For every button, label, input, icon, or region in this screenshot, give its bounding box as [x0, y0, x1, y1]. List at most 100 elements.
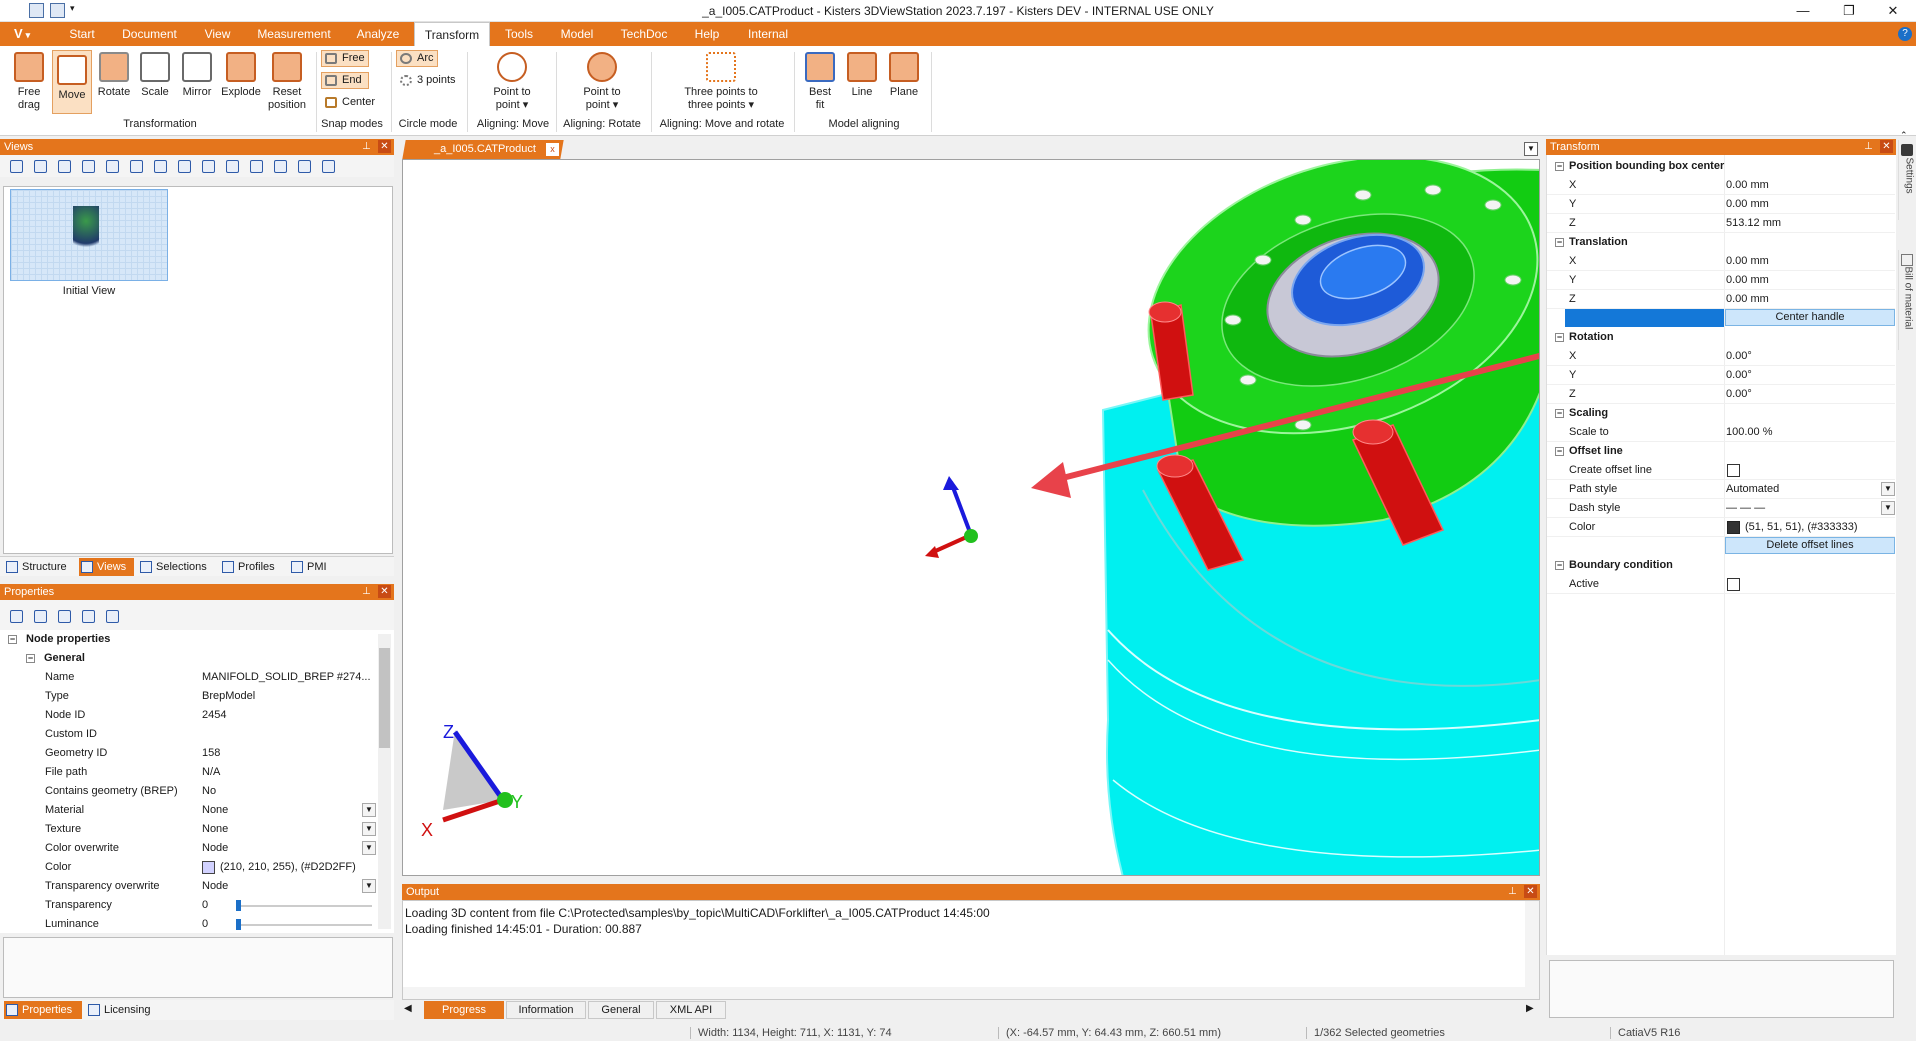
checkbox[interactable] [1727, 464, 1740, 477]
tab-tools[interactable]: Tools [496, 22, 542, 46]
filter-icon[interactable] [106, 610, 119, 623]
tab-internal[interactable]: Internal [740, 22, 796, 46]
delete-view-icon[interactable] [82, 160, 95, 173]
transform-row[interactable]: X 0.00 mm [1547, 176, 1895, 195]
chevron-down-icon[interactable]: ▼ [1881, 501, 1895, 515]
reset-position-button[interactable]: Reset position [266, 52, 308, 112]
transform-section-header[interactable]: − Offset line [1555, 442, 1895, 461]
property-row[interactable]: Node ID 2454 [0, 706, 376, 725]
view-list-icon[interactable] [322, 160, 335, 173]
property-row[interactable]: Name MANIFOLD_SOLID_BREP #274... [0, 668, 376, 687]
tab-general[interactable]: General [588, 1001, 654, 1019]
document-tab[interactable]: _a_I005.CATProduct x [402, 140, 564, 159]
snap-free-button[interactable]: Free [321, 50, 369, 67]
transform-section-header[interactable]: − Scaling [1555, 404, 1895, 423]
tab-measurement[interactable]: Measurement [252, 22, 336, 46]
next-view-icon[interactable] [154, 160, 167, 173]
delete-offset-lines-button[interactable]: Delete offset lines [1725, 537, 1895, 554]
transform-section-header[interactable]: − Boundary condition [1555, 556, 1895, 575]
collapse-icon[interactable]: − [1555, 238, 1564, 247]
chevron-down-icon[interactable]: ▼ [362, 841, 376, 855]
transform-field-value[interactable]: (51, 51, 51), (#333333) [1745, 518, 1858, 537]
transform-row[interactable]: Y 0.00° [1547, 366, 1895, 385]
tab-views[interactable]: Views [79, 558, 134, 576]
property-value[interactable]: None [202, 820, 372, 839]
three-points-to-three-points-button[interactable]: Three points to three points ▾ [676, 52, 766, 112]
collapse-icon[interactable]: − [26, 654, 35, 663]
tab-document[interactable]: Document [112, 22, 187, 46]
tab-start[interactable]: Start [60, 22, 104, 46]
three-points-mode-button[interactable]: 3 points [396, 72, 462, 89]
property-row[interactable]: Color (210, 210, 255), (#D2D2FF) [0, 858, 376, 877]
transform-row[interactable]: Active [1547, 575, 1895, 594]
plane-align-button[interactable]: Plane [886, 52, 922, 99]
scrollbar-thumb[interactable] [379, 648, 390, 748]
collapse-icon[interactable]: − [1555, 561, 1564, 570]
transform-field-value[interactable]: Automated [1726, 480, 1779, 499]
pin-icon[interactable]: ⊥ [360, 140, 373, 153]
tab-analyze[interactable]: Analyze [350, 22, 406, 46]
tab-licensing[interactable]: Licensing [86, 1001, 158, 1019]
transform-section-header[interactable]: − Position bounding box center [1555, 157, 1895, 176]
transform-row[interactable]: X 0.00° [1547, 347, 1895, 366]
output-vertical-scrollbar[interactable] [1525, 901, 1539, 999]
tab-progress[interactable]: Progress [424, 1001, 504, 1019]
loop-icon[interactable] [202, 160, 215, 173]
transform-field-value[interactable]: 0.00 mm [1726, 176, 1769, 195]
transform-field-value[interactable]: 0.00° [1726, 347, 1752, 366]
property-value[interactable]: None [202, 801, 372, 820]
color-swatch[interactable] [1727, 521, 1740, 534]
home-view-icon[interactable] [10, 160, 23, 173]
transform-field-value[interactable]: 0.00 mm [1726, 290, 1769, 309]
help-icon[interactable]: ? [1898, 27, 1912, 41]
collapse-icon[interactable]: − [1555, 333, 1564, 342]
tab-model[interactable]: Model [552, 22, 602, 46]
maximize-button[interactable]: ❐ [1826, 0, 1872, 22]
animate-icon[interactable] [178, 160, 191, 173]
close-icon[interactable]: ✕ [378, 585, 391, 598]
pin-icon[interactable]: ⊥ [1506, 885, 1519, 898]
property-row[interactable]: Material None ▼ [0, 801, 376, 820]
close-icon[interactable]: ✕ [1524, 885, 1537, 898]
color-swatch[interactable] [202, 861, 215, 874]
property-row[interactable]: File path N/A [0, 763, 376, 782]
expand-all-icon[interactable] [10, 610, 23, 623]
property-row[interactable]: Type BrepModel [0, 687, 376, 706]
app-menu-button[interactable]: V ▾ [14, 25, 44, 43]
chevron-down-icon[interactable]: ▼ [362, 879, 376, 893]
initial-view-thumbnail[interactable] [10, 189, 168, 281]
side-tab-bill-of-material[interactable]: Bill of material [1898, 250, 1916, 350]
scroll-tabs-left-icon[interactable]: ◀ [404, 1003, 412, 1014]
pin-icon[interactable]: ⊥ [360, 585, 373, 598]
free-drag-button[interactable]: Free drag [10, 52, 48, 112]
best-fit-button[interactable]: Best fit [804, 52, 836, 112]
stop-icon[interactable] [130, 160, 143, 173]
property-value[interactable]: Node [202, 877, 372, 896]
tab-pmi[interactable]: PMI [289, 558, 334, 576]
copy-view-icon[interactable] [250, 160, 263, 173]
property-row[interactable]: Contains geometry (BREP) No [0, 782, 376, 801]
transform-section-header[interactable]: − Rotation [1555, 328, 1895, 347]
mirror-button[interactable]: Mirror [178, 52, 216, 99]
point-to-point-move-button[interactable]: Point to point ▾ [484, 52, 540, 112]
move-handle[interactable] [925, 476, 978, 558]
copy-properties-icon[interactable] [58, 610, 71, 623]
3d-viewport[interactable]: Z X Y [402, 159, 1540, 876]
line-align-button[interactable]: Line [844, 52, 880, 99]
tab-transform[interactable]: Transform [414, 22, 490, 46]
export-properties-icon[interactable] [82, 610, 95, 623]
transform-field-value[interactable]: 0.00° [1726, 366, 1752, 385]
property-row[interactable]: Color overwrite Node ▼ [0, 839, 376, 858]
properties-scrollbar[interactable] [378, 634, 391, 929]
rotate-button[interactable]: Rotate [95, 52, 133, 99]
transform-row[interactable]: Z 0.00 mm [1547, 290, 1895, 309]
tab-structure[interactable]: Structure [4, 558, 74, 576]
center-handle-button[interactable]: Center handle [1725, 309, 1895, 326]
chevron-down-icon[interactable]: ▼ [1881, 482, 1895, 496]
transform-field-value[interactable]: — — — [1726, 499, 1765, 518]
property-row[interactable]: Geometry ID 158 [0, 744, 376, 763]
transform-row[interactable]: Z 0.00° [1547, 385, 1895, 404]
transform-field-value[interactable]: 100.00 % [1726, 423, 1772, 442]
transform-field-value[interactable]: 0.00 mm [1726, 252, 1769, 271]
tab-properties[interactable]: Properties [4, 1001, 82, 1019]
